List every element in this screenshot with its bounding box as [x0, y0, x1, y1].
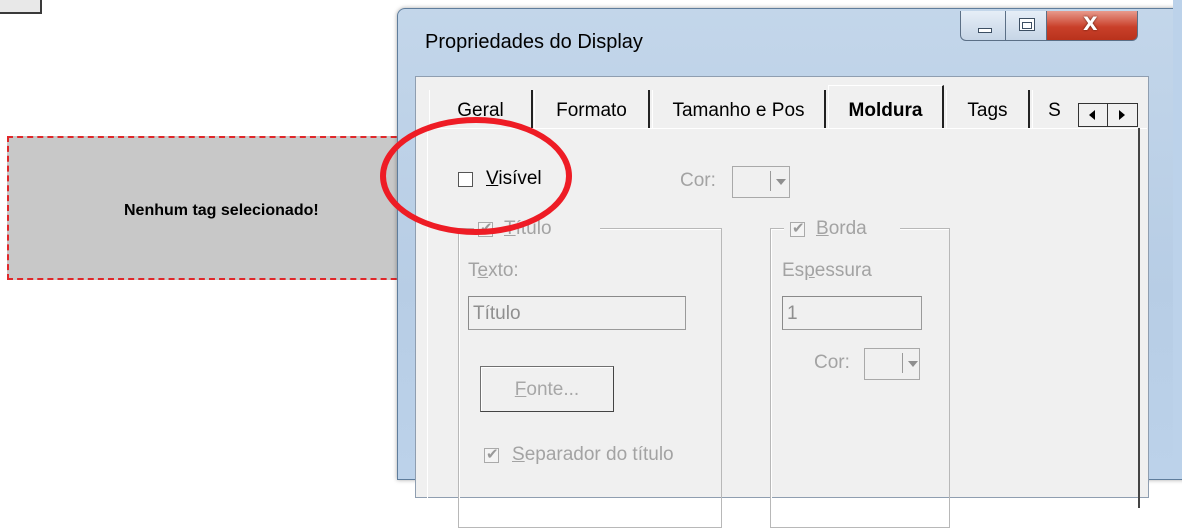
borda-label: Borda	[816, 218, 867, 239]
properties-dialog: Propriedades do Display X Geral Formato …	[397, 8, 1182, 528]
espessura-field[interactable]: 1	[782, 296, 922, 330]
chevron-down-icon	[776, 179, 786, 185]
tab-label: Formato	[556, 100, 627, 121]
tab-scroll-arrows	[1078, 103, 1138, 127]
tab-label: Tamanho e Pos	[672, 100, 805, 121]
espessura-label: Espessura	[782, 260, 872, 281]
close-icon: X	[1083, 13, 1098, 35]
maximize-button[interactable]	[1005, 11, 1047, 41]
partial-window-corner	[0, 0, 42, 14]
tab-scroll-left-button[interactable]	[1079, 104, 1108, 126]
arrow-right-icon	[1119, 110, 1125, 120]
tab-formato[interactable]: Formato	[534, 90, 650, 128]
dialog-title: Propriedades do Display	[425, 31, 643, 53]
checkmark-icon: ✔	[486, 445, 499, 463]
minimize-icon	[978, 28, 992, 33]
display-widget[interactable]: Nenhum tag selecionado!	[7, 136, 427, 280]
close-button[interactable]: X	[1046, 11, 1138, 41]
checkmark-icon: ✔	[792, 219, 805, 237]
moldura-color-picker[interactable]	[732, 166, 790, 198]
borda-color-picker[interactable]	[864, 348, 920, 380]
window-edge	[1173, 0, 1182, 458]
arrow-left-icon	[1089, 110, 1095, 120]
tab-s[interactable]: S	[1032, 90, 1076, 128]
texto-label: Texto:	[468, 260, 519, 281]
separador-label: Separador do título	[512, 444, 674, 465]
fonte-button[interactable]: Fonte...	[480, 366, 614, 412]
tab-tags[interactable]: Tags	[946, 90, 1030, 128]
no-tag-message: Nenhum tag selecionado!	[124, 202, 319, 219]
tab-tamanho-e-pos[interactable]: Tamanho e Pos	[652, 90, 826, 128]
combo-separator	[770, 171, 771, 191]
borda-checkbox[interactable]: ✔	[790, 219, 805, 237]
highlight-circle-annotation	[380, 117, 572, 235]
titulo-text-field[interactable]: Título	[468, 296, 686, 330]
tab-label: Moldura	[848, 100, 923, 121]
tab-label: Tags	[967, 100, 1008, 121]
maximize-icon	[1019, 18, 1035, 31]
chevron-down-icon	[908, 361, 918, 367]
combo-separator	[902, 353, 903, 373]
tab-scroll-right-button[interactable]	[1108, 104, 1137, 126]
tab-label: S	[1048, 100, 1061, 121]
borda-legend: ✔ Borda	[784, 217, 900, 243]
minimize-button[interactable]	[960, 11, 1006, 41]
borda-cor-label: Cor:	[814, 352, 850, 373]
tab-moldura[interactable]: Moldura	[828, 85, 944, 129]
separador-checkbox[interactable]: ✔	[484, 445, 499, 463]
cor-label: Cor:	[680, 170, 716, 191]
